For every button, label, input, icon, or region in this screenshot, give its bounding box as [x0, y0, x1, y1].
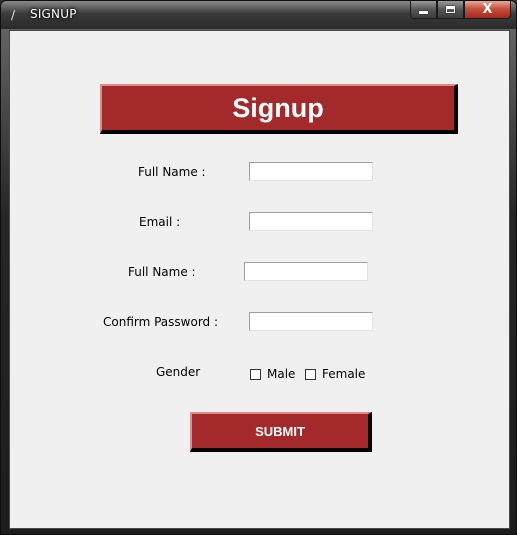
feather-icon: ∕: [11, 8, 16, 22]
female-label: Female: [322, 367, 366, 381]
maximize-icon: [446, 6, 455, 13]
female-checkbox-box[interactable]: [305, 368, 316, 380]
heading-text: Signup: [232, 92, 324, 123]
submit-button[interactable]: SUBMIT: [190, 412, 372, 452]
full-name-label: Full Name :: [138, 165, 206, 179]
full-name-input[interactable]: [249, 162, 373, 181]
male-checkbox-box[interactable]: [250, 368, 261, 380]
email-input[interactable]: [249, 212, 373, 231]
window-title: SIGNUP: [30, 7, 77, 21]
email-label: Email :: [139, 215, 181, 229]
confirm-password-label: Confirm Password :: [103, 315, 219, 329]
password-label: Full Name :: [128, 265, 196, 279]
male-checkbox[interactable]: Male: [250, 367, 295, 381]
submit-label: SUBMIT: [255, 423, 305, 439]
male-label: Male: [267, 367, 296, 381]
password-input[interactable]: [244, 262, 368, 281]
confirm-password-input[interactable]: [249, 312, 373, 331]
form-area: Signup Full Name : Email : Full Name : C…: [9, 30, 510, 529]
close-icon: X: [482, 2, 493, 17]
gender-label: Gender: [156, 365, 201, 379]
minimize-icon: [419, 11, 428, 14]
window-controls: X: [410, 1, 511, 20]
title-bar[interactable]: ∕ SIGNUP X: [1, 1, 516, 29]
close-button[interactable]: X: [464, 1, 511, 19]
maximize-button[interactable]: [437, 1, 464, 19]
signup-heading: Signup: [100, 84, 458, 134]
female-checkbox[interactable]: Female: [305, 367, 365, 381]
minimize-button[interactable]: [410, 1, 437, 19]
app-window: ∕ SIGNUP X Signup Full Name : Email : Fu…: [0, 0, 517, 535]
